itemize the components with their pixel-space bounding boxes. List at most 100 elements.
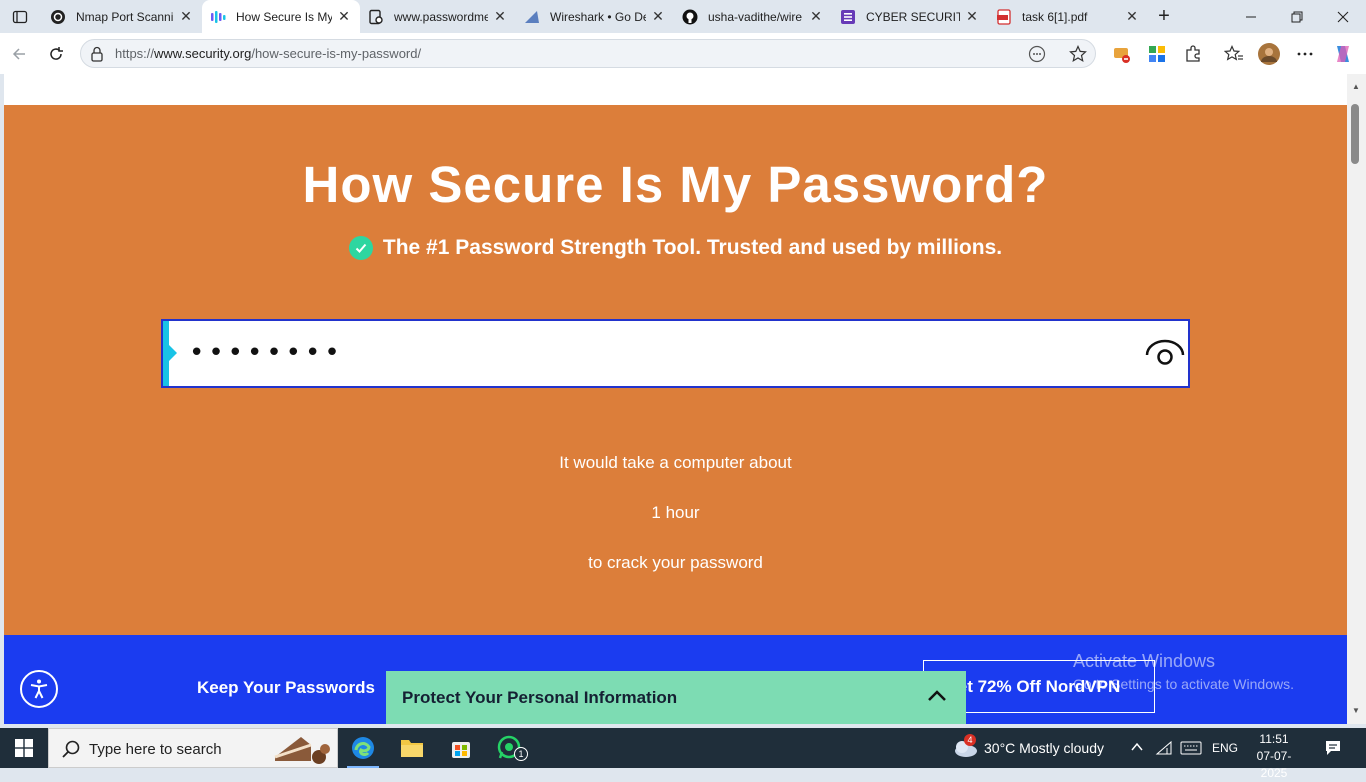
close-tab-icon[interactable]: ✕ [808, 8, 824, 25]
github-icon [682, 9, 698, 25]
url-domain: www.security.org [154, 46, 252, 61]
password-input[interactable] [189, 335, 1089, 371]
folder-icon [401, 740, 423, 757]
close-tab-icon[interactable]: ✕ [964, 8, 980, 25]
accessibility-button[interactable] [20, 670, 58, 708]
site-info-lock-icon[interactable] [90, 46, 104, 67]
close-tab-icon[interactable]: ✕ [492, 8, 508, 25]
tab-task-pdf[interactable]: task 6[1].pdf ✕ [988, 0, 1148, 33]
close-tab-icon[interactable]: ✕ [336, 8, 352, 25]
profile-avatar[interactable] [1257, 42, 1281, 66]
activate-windows-watermark: Activate Windows Go to Settings to activ… [1073, 651, 1294, 692]
protect-info-banner[interactable]: Protect Your Personal Information [386, 671, 966, 724]
tab-actions-icon[interactable] [6, 5, 34, 29]
show-password-eye-icon[interactable] [1145, 339, 1185, 372]
subtitle-text: The #1 Password Strength Tool. Trusted a… [382, 236, 1003, 259]
url-path: /how-secure-is-my-password/ [251, 46, 422, 61]
restore-button[interactable] [1274, 0, 1320, 33]
scroll-down-arrow-icon[interactable]: ▼ [1352, 706, 1360, 715]
tab-title: How Secure Is My [236, 9, 332, 24]
new-tab-button[interactable]: + [1152, 4, 1176, 28]
browser-toolbar: https://www.security.org/how-secure-is-m… [0, 33, 1366, 74]
extension-blocked-icon[interactable] [1110, 42, 1134, 66]
search-placeholder: Type here to search [89, 741, 222, 758]
weather-text: 30°C Mostly cloudy [984, 740, 1104, 756]
network-icon[interactable] [1155, 740, 1173, 761]
read-aloud-icon[interactable] [1025, 42, 1049, 66]
forms-icon [840, 9, 856, 25]
clock-date: 07-07-2025 [1256, 749, 1292, 780]
wireshark-icon [524, 9, 540, 25]
check-circle-icon [348, 236, 373, 260]
page-title: How Secure Is My Password? [302, 156, 1049, 213]
store-taskbar-app[interactable] [437, 728, 485, 768]
page-scrollbar[interactable]: ▲ ▼ [1347, 74, 1366, 724]
notifications-icon[interactable] [1324, 739, 1342, 762]
tab-title: www.passwordme [394, 9, 488, 24]
chevron-up-icon[interactable] [926, 685, 948, 712]
hero-section: How Secure Is My Password? The #1 Passwo… [4, 105, 1347, 635]
scroll-up-arrow-icon[interactable]: ▲ [1352, 82, 1360, 91]
scrollbar-thumb[interactable] [1351, 104, 1359, 164]
page-link-icon [368, 9, 384, 25]
accessibility-icon [30, 679, 48, 699]
page-viewport: How Secure Is My Password? The #1 Passwo… [4, 74, 1347, 724]
extensions-puzzle-icon[interactable] [1181, 42, 1205, 66]
keep-passwords-text: Keep Your Passwords [197, 678, 375, 697]
tab-passwordme[interactable]: www.passwordme ✕ [360, 0, 516, 33]
browser-tab-strip: Nmap Port Scanni ✕ How Secure Is My ✕ ww… [0, 0, 1366, 33]
search-highlight-image [271, 731, 333, 772]
pdf-icon [996, 8, 1012, 25]
clock-time: 11:51 [1259, 732, 1289, 746]
site-logo[interactable] [100, 74, 270, 80]
result-intro: It would take a computer about [559, 453, 792, 472]
taskbar-search-box[interactable]: Type here to search [48, 728, 338, 768]
url-text: https://www.security.org/how-secure-is-m… [115, 46, 421, 61]
start-button[interactable] [0, 728, 48, 768]
minimize-button[interactable] [1228, 0, 1274, 33]
tab-nmap[interactable]: Nmap Port Scanni ✕ [42, 0, 202, 33]
tab-title: Nmap Port Scanni [76, 9, 174, 24]
windows-logo-icon [15, 739, 33, 757]
back-button[interactable] [6, 41, 32, 67]
favorites-icon[interactable] [1222, 42, 1246, 66]
tab-wireshark[interactable]: Wireshark • Go De ✕ [516, 0, 674, 33]
tab-how-secure[interactable]: How Secure Is My ✕ [202, 0, 360, 33]
tab-title: task 6[1].pdf [1022, 9, 1088, 24]
crack-time: 1 hour [651, 503, 700, 522]
system-clock[interactable]: 11:51 07-07-2025 [1244, 731, 1304, 782]
search-icon [61, 739, 81, 764]
watermark-subtitle: Go to Settings to activate Windows. [1073, 676, 1294, 692]
favorite-star-icon[interactable] [1066, 42, 1090, 66]
close-tab-icon[interactable]: ✕ [1124, 8, 1140, 25]
weather-badge: 4 [964, 734, 976, 746]
weather-widget[interactable]: 4 30°C Mostly cloudy [950, 728, 1120, 768]
file-explorer-taskbar-app[interactable] [388, 728, 436, 768]
nmap-icon [50, 9, 66, 25]
close-tab-icon[interactable]: ✕ [650, 8, 666, 25]
tab-github[interactable]: usha-vadithe/wire ✕ [674, 0, 832, 33]
copilot-icon[interactable] [1331, 42, 1355, 66]
close-window-button[interactable] [1320, 0, 1366, 33]
edge-taskbar-app[interactable] [339, 728, 387, 768]
security-org-icon [210, 9, 226, 25]
tab-title: Wireshark • Go De [550, 9, 646, 24]
refresh-button[interactable] [43, 41, 69, 67]
tab-title: usha-vadithe/wire [708, 9, 803, 24]
address-bar[interactable]: https://www.security.org/how-secure-is-m… [80, 39, 1096, 68]
extension-grid-icon[interactable] [1145, 42, 1169, 66]
windows-taskbar: Type here to search 1 4 30°C Mostly clou… [0, 728, 1366, 780]
tab-cyber-security[interactable]: CYBER SECURITY T ✕ [832, 0, 988, 33]
more-menu-icon[interactable] [1293, 42, 1317, 66]
language-indicator[interactable]: ENG [1212, 741, 1238, 755]
watermark-title: Activate Windows [1073, 651, 1216, 671]
close-tab-icon[interactable]: ✕ [178, 8, 194, 25]
show-hidden-icons-chevron-icon[interactable] [1130, 740, 1144, 759]
tab-title: CYBER SECURITY T [866, 9, 960, 24]
url-prefix: https:// [115, 46, 155, 61]
keyboard-icon[interactable] [1180, 741, 1202, 760]
whatsapp-taskbar-app[interactable]: 1 [486, 728, 534, 768]
page-subtitle: The #1 Password Strength Tool. Trusted a… [4, 236, 1347, 260]
password-field-container [161, 319, 1190, 388]
edge-icon [352, 737, 374, 759]
